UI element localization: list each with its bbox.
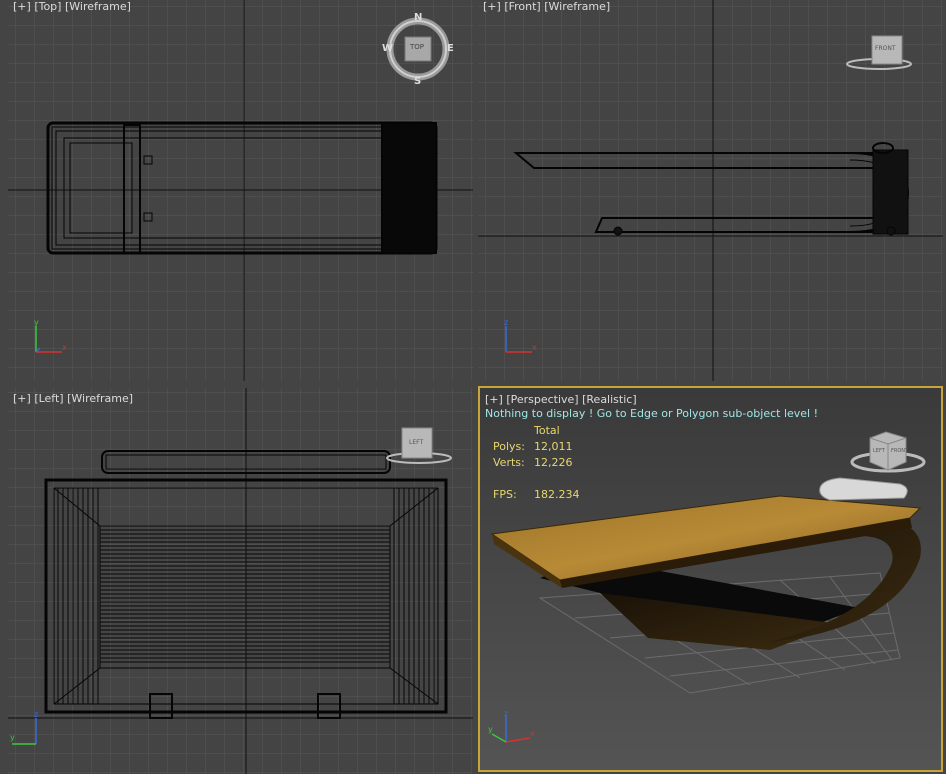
viewport-label-left[interactable]: [+] [Left] [Wireframe] (13, 392, 133, 405)
viewcube-face-label: FRONT (875, 45, 896, 52)
viewport-shading-menu[interactable]: [Wireframe] (544, 0, 610, 13)
viewport-shading-menu[interactable]: [Realistic] (582, 393, 637, 406)
viewport-label-perspective[interactable]: [+] [Perspective] [Realistic] (485, 393, 637, 406)
axis-z-label: z (504, 318, 508, 327)
axis-y-label: y (10, 733, 15, 742)
stats-fps-value: 182.234 (534, 488, 580, 501)
axis-y-label: y (488, 725, 493, 734)
viewcube-face-label: LEFT (409, 439, 424, 446)
viewport-view-menu[interactable]: [Perspective] (506, 393, 578, 406)
viewcube[interactable]: LEFT (384, 424, 454, 468)
viewport-view-menu[interactable]: [Top] (34, 0, 61, 13)
compass-east: E (447, 43, 454, 54)
viewport-menu-plus[interactable]: [+] (13, 392, 31, 405)
viewport-menu-plus[interactable]: [+] (483, 0, 501, 13)
viewcube[interactable]: FRONT (844, 30, 914, 74)
stats-fps-label: FPS: (493, 488, 517, 501)
viewport-shading-menu[interactable]: [Wireframe] (65, 0, 131, 13)
viewport-menu-plus[interactable]: [+] (485, 393, 503, 406)
viewport-front[interactable]: [+] [Front] [Wireframe] FRONT z x (478, 0, 943, 381)
stats-verts-label: Verts: (493, 456, 525, 469)
stats-verts-value: 12,226 (534, 456, 573, 469)
compass-west: W (382, 43, 394, 54)
compass-south: S (414, 76, 422, 87)
viewport-label-top[interactable]: [+] [Top] [Wireframe] (13, 0, 131, 13)
stats-polys-value: 12,011 (534, 440, 573, 453)
axis-z-label: z (504, 710, 508, 718)
axis-tripod-icon: z y (10, 710, 38, 745)
axis-x-label: x (530, 729, 535, 738)
stats-polys-label: Polys: (493, 440, 525, 453)
viewport-view-menu[interactable]: [Left] (34, 392, 63, 405)
viewport-perspective[interactable]: [+] [Perspective] [Realistic] Nothing to… (478, 386, 943, 772)
compass-north: N (414, 12, 423, 23)
stats-total-label: Total (534, 424, 560, 437)
viewcube-front-face-label: FRONT (891, 448, 909, 454)
viewport-shading-menu[interactable]: [Wireframe] (67, 392, 133, 405)
viewport-menu-plus[interactable]: [+] (13, 0, 31, 13)
axis-tripod-icon: z x y (488, 710, 535, 743)
viewport-label-front[interactable]: [+] [Front] [Wireframe] (483, 0, 610, 13)
viewcube[interactable]: LEFT FRONT (848, 424, 928, 474)
axis-tripod-icon: y x (34, 318, 67, 353)
status-message: Nothing to display ! Go to Edge or Polyg… (485, 407, 819, 420)
viewcube-face-label: TOP (410, 43, 425, 51)
axis-tripod-icon: z x (504, 318, 537, 353)
axis-x-label: x (532, 343, 537, 352)
viewcube-left-face-label: LEFT (873, 448, 885, 454)
axis-x-label: x (62, 343, 67, 352)
viewport-left[interactable]: [+] [Left] [Wireframe] LEFT z y (8, 388, 473, 774)
viewport-top[interactable]: [+] [Top] [Wireframe] TOP N S E W y x (8, 0, 473, 381)
axis-z-label: z (34, 710, 38, 719)
viewport-view-menu[interactable]: [Front] (504, 0, 540, 13)
viewcube-compass[interactable]: TOP N S E W (382, 12, 454, 87)
axis-y-label: y (34, 318, 39, 327)
